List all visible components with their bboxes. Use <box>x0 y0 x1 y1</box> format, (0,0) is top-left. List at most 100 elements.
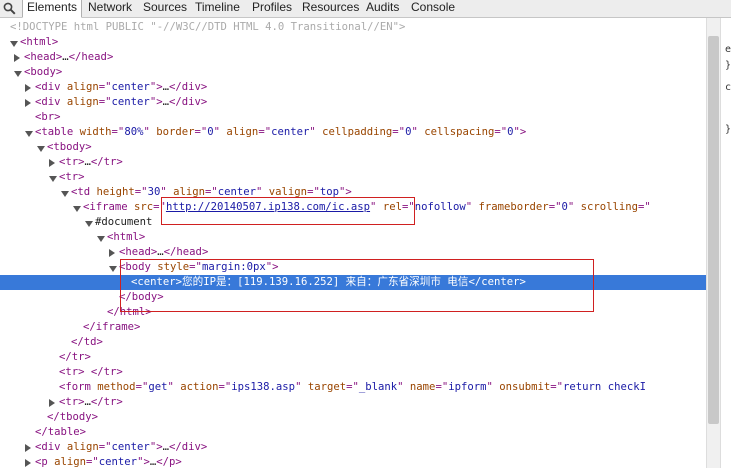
dom-node[interactable]: <head>…</head> <box>0 245 706 260</box>
code-token: =" <box>111 126 125 138</box>
dom-node[interactable]: </tbody> <box>0 410 706 425</box>
expand-triangle-down-icon[interactable] <box>37 146 45 152</box>
code-token: =" <box>258 126 272 138</box>
tab-elements[interactable]: Elements <box>22 0 83 18</box>
dom-node[interactable]: <div align="center">…</div> <box>0 80 706 95</box>
code-token: <tr> <box>59 396 85 408</box>
dom-node[interactable]: <div align="center">…</div> <box>0 95 706 110</box>
dom-node-text: <body> <box>24 65 62 80</box>
expand-triangle-down-icon[interactable] <box>14 71 22 77</box>
expand-triangle-right-icon[interactable] <box>25 459 31 467</box>
code-token: center <box>111 441 150 453</box>
dom-node[interactable]: <html> <box>0 35 706 50</box>
code-token: <tr> <box>59 156 85 168</box>
code-token: onsubmit <box>499 381 551 393</box>
dom-node-text: </table> <box>35 425 86 440</box>
code-token: ipform <box>448 381 487 393</box>
tab-network[interactable]: Network <box>84 0 136 17</box>
dom-node-text: <head>…</head> <box>24 50 113 65</box>
dom-node-text: <div align="center">…</div> <box>35 95 207 110</box>
code-token: =" <box>134 186 148 198</box>
code-token: =" <box>86 456 99 468</box>
code-token: =" <box>548 201 562 213</box>
code-token: _blank <box>358 381 398 393</box>
search-icon[interactable] <box>3 2 16 15</box>
expand-triangle-down-icon[interactable] <box>61 191 69 197</box>
expand-triangle-down-icon[interactable] <box>109 266 117 272</box>
dom-node[interactable]: <!DOCTYPE html PUBLIC "-//W3C//DTD HTML … <box>0 20 706 35</box>
expand-triangle-right-icon[interactable] <box>25 99 31 107</box>
code-token: <html> <box>107 231 146 243</box>
dom-node[interactable]: <html> <box>0 230 706 245</box>
dom-node[interactable]: <head>…</head> <box>0 50 706 65</box>
code-token: "> <box>149 441 163 453</box>
code-token: "> <box>149 81 163 93</box>
dom-node[interactable]: <tr>…</tr> <box>0 155 706 170</box>
dom-node[interactable]: <tr> </tr> <box>0 365 706 380</box>
tab-profiles[interactable]: Profiles <box>248 0 296 17</box>
code-token: width <box>79 126 112 138</box>
dom-node[interactable]: </td> <box>0 335 706 350</box>
code-token: height <box>96 186 135 198</box>
dom-node[interactable]: <form method="get" action="ips138.asp" t… <box>0 380 706 395</box>
dom-node[interactable]: <tr>…</tr> <box>0 395 706 410</box>
dom-node-text: <tr> <box>59 170 85 185</box>
dom-node[interactable]: <tr> <box>0 170 706 185</box>
tab-timeline[interactable]: Timeline <box>191 0 244 17</box>
expand-triangle-right-icon[interactable] <box>14 54 20 62</box>
code-token: " <box>411 126 425 138</box>
dom-node-text: <br> <box>35 110 61 125</box>
code-token: </head> <box>163 246 209 258</box>
expand-triangle-right-icon[interactable] <box>49 399 55 407</box>
expand-triangle-down-icon[interactable] <box>97 236 105 242</box>
tab-console[interactable]: Console <box>407 0 459 17</box>
expand-triangle-right-icon[interactable] <box>25 444 31 452</box>
code-token: cellpadding <box>322 126 393 138</box>
dom-node-text: <tbody> <box>47 140 92 155</box>
code-token: "> <box>137 456 150 468</box>
dom-node-text: <!DOCTYPE html PUBLIC "-//W3C//DTD HTML … <box>10 20 405 35</box>
dom-node[interactable]: <div align="center">…</div> <box>0 440 706 455</box>
expand-triangle-down-icon[interactable] <box>85 221 93 227</box>
code-token: "> <box>149 96 163 108</box>
code-token: </tr> <box>90 396 123 408</box>
dom-node-text: </tr> <box>59 350 91 365</box>
dom-node[interactable]: <br> <box>0 110 706 125</box>
dom-node[interactable]: </tr> <box>0 350 706 365</box>
dom-node[interactable]: </iframe> <box>0 320 706 335</box>
expand-triangle-down-icon[interactable] <box>49 176 57 182</box>
expand-triangle-right-icon[interactable] <box>109 249 115 257</box>
code-token: </table> <box>35 426 87 438</box>
code-token: align <box>66 96 99 108</box>
code-token: " <box>309 126 323 138</box>
code-token: <!DOCTYPE html PUBLIC "-//W3C//DTD HTML … <box>10 21 406 33</box>
dom-node[interactable]: </table> <box>0 425 706 440</box>
code-token: align <box>226 126 259 138</box>
dom-node-text: <tr> </tr> <box>59 365 123 380</box>
tab-audits[interactable]: Audits <box>362 0 403 17</box>
code-token: " <box>486 381 500 393</box>
code-token: </tbody> <box>47 411 99 423</box>
code-token: get <box>148 381 168 393</box>
tree-scrollbar[interactable] <box>706 18 720 468</box>
expand-triangle-down-icon[interactable] <box>73 206 81 212</box>
code-token: return checkI <box>563 381 646 393</box>
code-token: <td <box>71 186 97 198</box>
expand-triangle-right-icon[interactable] <box>25 84 31 92</box>
dom-node[interactable]: <tbody> <box>0 140 706 155</box>
dom-node[interactable]: <table width="80%" border="0" align="cen… <box>0 125 706 140</box>
code-token: </div> <box>168 96 208 108</box>
expand-triangle-down-icon[interactable] <box>25 131 33 137</box>
code-token: <br> <box>35 111 61 123</box>
dom-node[interactable]: <p align="center">…</p> <box>0 455 706 468</box>
dom-node[interactable]: <body> <box>0 65 706 80</box>
expand-triangle-down-icon[interactable] <box>10 41 18 47</box>
code-token: =" <box>98 441 112 453</box>
code-token: <head> <box>119 246 158 258</box>
code-token: =" <box>98 81 112 93</box>
scrollbar-thumb[interactable] <box>708 36 719 424</box>
tab-resources[interactable]: Resources <box>298 0 363 17</box>
expand-triangle-right-icon[interactable] <box>49 159 55 167</box>
code-token: method <box>97 381 136 393</box>
tab-sources[interactable]: Sources <box>139 0 191 17</box>
